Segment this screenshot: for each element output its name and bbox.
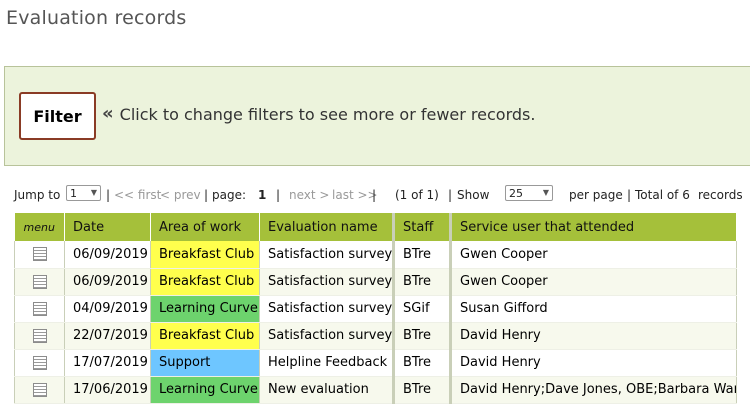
cell-date: 17/07/2019 [64, 349, 151, 377]
cell-staff: SGif [393, 295, 452, 323]
column-header-service-user[interactable]: Service user that attended [450, 213, 737, 241]
table-row: 22/07/2019 Breakfast Club Satisfaction s… [14, 322, 737, 350]
show-label: Show [457, 188, 490, 202]
pager-separator: | [372, 188, 377, 202]
cell-area: Learning Curve [150, 376, 260, 404]
jump-to-select[interactable]: 1 ▼ [66, 185, 101, 201]
per-page-label: per page [569, 188, 623, 202]
pager-separator: | [448, 188, 453, 202]
current-page-value: 1 [258, 188, 267, 202]
last-page-link[interactable]: last >> [332, 188, 378, 202]
cell-date: 06/09/2019 [64, 268, 151, 296]
records-table: menu Date Area of work Evaluation name S… [14, 213, 737, 404]
cell-area: Support [150, 349, 260, 377]
cell-evaluation[interactable]: New evaluation [259, 376, 395, 404]
cell-service-user: Gwen Cooper [450, 241, 737, 269]
cell-service-user: Susan Gifford [450, 295, 737, 323]
per-page-select[interactable]: 25 ▼ [505, 185, 553, 201]
row-menu-cell [14, 322, 65, 350]
cell-service-user: David Henry [450, 322, 737, 350]
filter-panel: Filter « Click to change filters to see … [4, 66, 750, 166]
next-page-link[interactable]: next > [289, 188, 329, 202]
cell-staff: BTre [393, 376, 452, 404]
cell-date: 17/06/2019 [64, 376, 151, 404]
document-icon[interactable] [32, 328, 47, 343]
row-menu-cell [14, 376, 65, 404]
cell-service-user: David Henry;Dave Jones, OBE;Barbara Ward [450, 376, 737, 404]
double-chevron-left-icon: « [102, 102, 114, 124]
per-page-value: 25 [509, 186, 523, 200]
first-page-link[interactable]: << first [114, 188, 161, 202]
column-header-staff[interactable]: Staff [393, 213, 452, 241]
row-menu-cell [14, 268, 65, 296]
pager-separator: | [204, 188, 209, 202]
pager-separator: | [627, 188, 632, 202]
column-header-evaluation[interactable]: Evaluation name [259, 213, 395, 241]
page-label: page: [212, 188, 247, 202]
row-menu-cell [14, 241, 65, 269]
cell-date: 06/09/2019 [64, 241, 151, 269]
cell-date: 22/07/2019 [64, 322, 151, 350]
pager-bar: Jump to 1 ▼ | << first < prev | page: 1 … [14, 184, 750, 206]
jump-to-value: 1 [70, 186, 77, 200]
table-row: 17/07/2019 Support Helpline Feedback BTr… [14, 349, 737, 377]
filter-button[interactable]: Filter [19, 92, 96, 140]
table-header-row: menu Date Area of work Evaluation name S… [14, 213, 737, 241]
document-icon[interactable] [32, 355, 47, 370]
table-row: 04/09/2019 Learning Curve Satisfaction s… [14, 295, 737, 323]
cell-area: Learning Curve [150, 295, 260, 323]
prev-page-link[interactable]: < prev [160, 188, 201, 202]
row-menu-cell [14, 295, 65, 323]
pager-separator: | [106, 188, 111, 202]
table-row: 17/06/2019 Learning Curve New evaluation… [14, 376, 737, 404]
cell-staff: BTre [393, 241, 452, 269]
filter-hint-text: Click to change filters to see more or f… [119, 105, 536, 124]
records-label: records [698, 188, 743, 202]
cell-staff: BTre [393, 349, 452, 377]
pager-separator: | [276, 188, 281, 202]
cell-staff: BTre [393, 322, 452, 350]
cell-evaluation[interactable]: Satisfaction survey [259, 322, 395, 350]
cell-area: Breakfast Club [150, 322, 260, 350]
page-of-count: (1 of 1) [395, 188, 439, 202]
document-icon[interactable] [32, 247, 47, 262]
cell-area: Breakfast Club [150, 268, 260, 296]
chevron-down-icon: ▼ [542, 188, 549, 197]
total-records-count: Total of 6 [635, 188, 690, 202]
document-icon[interactable] [32, 301, 47, 316]
cell-area: Breakfast Club [150, 241, 260, 269]
cell-service-user: Gwen Cooper [450, 268, 737, 296]
filter-hint: « Click to change filters to see more or… [102, 102, 536, 125]
cell-evaluation[interactable]: Satisfaction survey [259, 241, 395, 269]
column-header-menu: menu [14, 213, 65, 241]
cell-evaluation[interactable]: Satisfaction survey [259, 268, 395, 296]
cell-date: 04/09/2019 [64, 295, 151, 323]
cell-staff: BTre [393, 268, 452, 296]
document-icon[interactable] [32, 274, 47, 289]
column-header-area[interactable]: Area of work [150, 213, 260, 241]
chevron-down-icon: ▼ [90, 188, 97, 197]
cell-evaluation[interactable]: Helpline Feedback [259, 349, 395, 377]
table-row: 06/09/2019 Breakfast Club Satisfaction s… [14, 268, 737, 296]
document-icon[interactable] [32, 382, 47, 397]
table-row: 06/09/2019 Breakfast Club Satisfaction s… [14, 241, 737, 269]
page-title: Evaluation records [6, 7, 187, 29]
column-header-date[interactable]: Date [64, 213, 151, 241]
row-menu-cell [14, 349, 65, 377]
cell-evaluation[interactable]: Satisfaction survey [259, 295, 395, 323]
jump-to-label: Jump to [14, 188, 61, 202]
cell-service-user: David Henry [450, 349, 737, 377]
